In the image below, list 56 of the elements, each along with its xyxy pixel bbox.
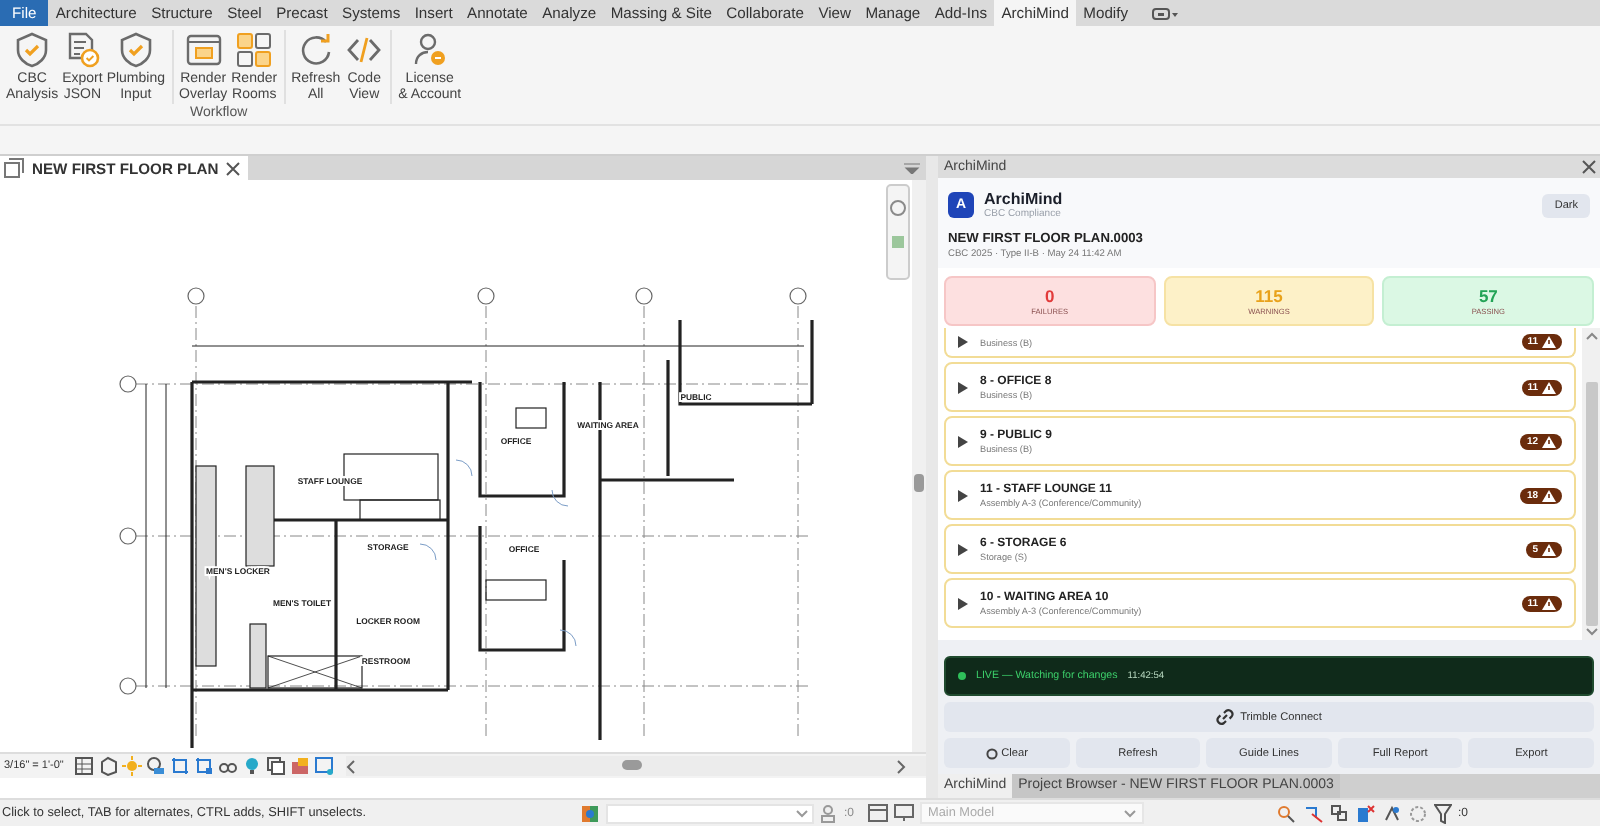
select-pinned-icon[interactable]: [1356, 803, 1377, 823]
select-links-icon[interactable]: [1304, 803, 1325, 823]
window-icon: [183, 30, 224, 70]
navigation-bar-icon[interactable]: [886, 184, 910, 280]
crop-icon[interactable]: [193, 756, 214, 776]
table-icon[interactable]: [868, 804, 889, 822]
dropdown-icon[interactable]: [904, 162, 920, 174]
chevron-right-icon[interactable]: [896, 759, 906, 773]
expand-icon[interactable]: [958, 489, 968, 501]
lightbulb-icon[interactable]: [241, 756, 262, 776]
app-name: ArchiMind: [984, 190, 1065, 208]
warning-icon: [1542, 489, 1556, 501]
close-icon[interactable]: [226, 161, 241, 175]
warning-icon: [1542, 381, 1556, 393]
caret-icon: [1124, 809, 1137, 817]
warning-icon: [1542, 435, 1556, 447]
chevron-down-icon[interactable]: [1585, 628, 1597, 636]
stat-value: 0: [1044, 286, 1055, 306]
select-underlay-icon[interactable]: [1330, 803, 1351, 823]
stat-value: 115: [1255, 286, 1283, 306]
circle-icon: [985, 747, 998, 759]
shield-check-icon: [115, 30, 156, 70]
shadow-icon[interactable]: [145, 756, 166, 776]
expand-icon[interactable]: [958, 543, 968, 555]
model-icon[interactable]: [289, 756, 310, 776]
horizontal-scrollbar[interactable]: [345, 756, 926, 776]
expand-icon[interactable]: [958, 381, 968, 393]
scrollbar-thumb[interactable]: [914, 474, 924, 492]
copy-icon[interactable]: [265, 756, 286, 776]
vertical-scrollbar[interactable]: [912, 180, 926, 752]
stat-value: 57: [1478, 286, 1498, 306]
select-face-icon[interactable]: [1382, 803, 1403, 823]
status-dot-icon: [958, 672, 966, 680]
warning-icon: [1542, 336, 1556, 348]
chevron-up-icon[interactable]: [1585, 332, 1597, 340]
warning-icon: [1542, 597, 1556, 609]
crop-icon[interactable]: [169, 756, 190, 776]
filter-icon[interactable]: [1434, 803, 1453, 823]
expand-icon[interactable]: [958, 597, 968, 609]
close-icon[interactable]: [1582, 160, 1596, 174]
scrollbar-thumb[interactable]: [1585, 382, 1597, 626]
display-dropdown-icon[interactable]: [1151, 5, 1180, 21]
worksets-icon[interactable]: [580, 803, 600, 823]
expand-icon[interactable]: [958, 435, 968, 447]
crop-region-icon[interactable]: [313, 756, 334, 776]
warning-icon: [1542, 543, 1556, 555]
editable-icon[interactable]: [820, 803, 838, 823]
caret-icon: [796, 809, 808, 817]
list-scrollbar[interactable]: [1582, 328, 1600, 640]
detail-level-icon[interactable]: [73, 756, 94, 776]
grid-icon: [234, 30, 275, 70]
scrollbar-thumb[interactable]: [621, 760, 642, 770]
expand-icon[interactable]: [958, 336, 968, 348]
shield-check-icon: [12, 30, 53, 70]
monitor-icon[interactable]: [894, 804, 915, 822]
chevron-left-icon[interactable]: [345, 759, 356, 773]
